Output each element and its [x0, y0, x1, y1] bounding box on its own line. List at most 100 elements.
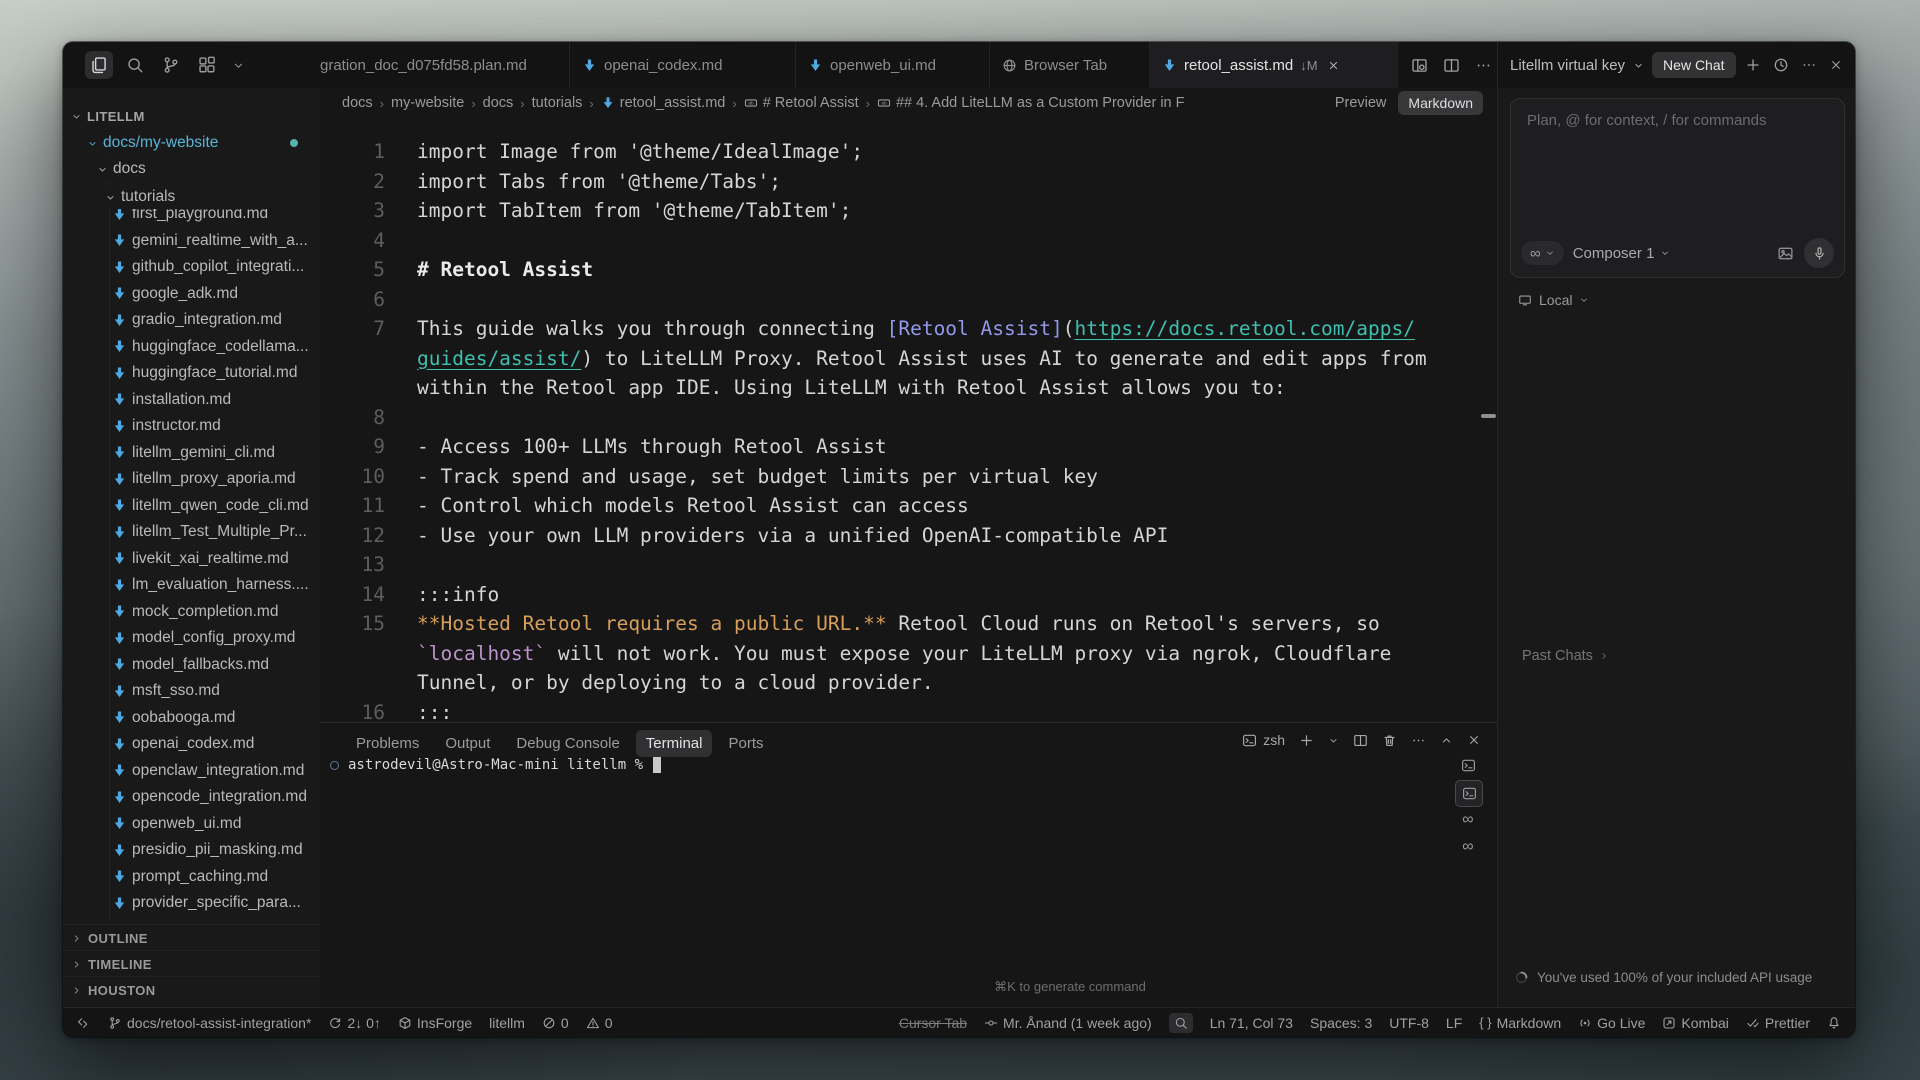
context-selector[interactable]: Local [1518, 292, 1589, 308]
new-chat-button[interactable]: New Chat [1652, 52, 1735, 78]
sidebar-item-openweb-ui-md[interactable]: openweb_ui.md [63, 812, 320, 836]
status-ln-71-col-73[interactable]: Ln 71, Col 73 [1210, 1015, 1293, 1031]
sidebar-item-oobabooga-md[interactable]: oobabooga.md [63, 706, 320, 730]
status-cursor-tab[interactable]: Cursor Tab [899, 1015, 967, 1031]
tab-openweb-ui-md[interactable]: openweb_ui.md [796, 42, 990, 88]
sidebar-item-gradio-integration-md[interactable]: gradio_integration.md [63, 308, 320, 332]
more-actions-button[interactable] [1801, 57, 1817, 73]
sidebar-folder-tutorials[interactable]: tutorials [63, 185, 320, 209]
sidebar-item-litellm-Test-Multiple-Pr-[interactable]: litellm_Test_Multiple_Pr... [63, 520, 320, 544]
sidebar-item-installation-md[interactable]: installation.md [63, 388, 320, 412]
sidebar-item-prompt-caching-md[interactable]: prompt_caching.md [63, 865, 320, 889]
more-button[interactable] [1475, 57, 1492, 74]
sidebar-item-msft-sso-md[interactable]: msft_sso.md [63, 679, 320, 703]
status-docs-retool-assist-integration-[interactable]: docs/retool-assist-integration* [108, 1015, 311, 1031]
agent-mode-pill[interactable]: ∞ [1521, 241, 1564, 265]
status-0[interactable]: 0 [542, 1015, 569, 1031]
tab-openai-codex-md[interactable]: openai_codex.md [570, 42, 796, 88]
close-panel-button[interactable] [1467, 733, 1481, 747]
status-kombai[interactable]: Kombai [1662, 1015, 1728, 1031]
strip-terminal-button[interactable] [1455, 753, 1481, 778]
status-prettier[interactable]: Prettier [1746, 1015, 1810, 1031]
terminal-prompt-line[interactable]: astrodevil@Astro-Mac-mini litellm % [330, 757, 661, 773]
sidebar-section-outline[interactable]: OUTLINE [63, 924, 320, 951]
sidebar-item-litellm-proxy-aporia-md[interactable]: litellm_proxy_aporia.md [63, 467, 320, 491]
open-preview-button[interactable] [1411, 57, 1428, 74]
status-bell[interactable] [1827, 1016, 1841, 1030]
activity-source-control-button[interactable] [157, 51, 185, 79]
sidebar-item-google-adk-md[interactable]: google_adk.md [63, 282, 320, 306]
editor-scrollbar-thumb[interactable] [1481, 414, 1496, 418]
status-litellm[interactable]: litellm [489, 1015, 525, 1031]
status-mr-nand-1-week-ago-[interactable]: Mr. Ånand (1 week ago) [984, 1015, 1152, 1031]
tab-gration-doc-d075fd58-plan-md[interactable]: gration_doc_d075fd58.plan.md [320, 42, 570, 88]
activity-extensions-button[interactable] [193, 51, 221, 79]
strip-infinity-button[interactable]: ∞ [1455, 807, 1481, 832]
sidebar-item-openai-codex-md[interactable]: openai_codex.md [63, 732, 320, 756]
status-2-0-[interactable]: 2↓ 0↑ [328, 1015, 380, 1031]
breadcrumb-item[interactable]: docs [483, 95, 514, 111]
status-0[interactable]: 0 [586, 1015, 613, 1031]
split-editor-button[interactable] [1443, 57, 1460, 74]
status-magnifier[interactable] [1169, 1013, 1193, 1033]
status-lf[interactable]: LF [1446, 1015, 1462, 1031]
panel-tab-output[interactable]: Output [435, 730, 500, 757]
sidebar-item-model-config-proxy-md[interactable]: model_config_proxy.md [63, 626, 320, 650]
sidebar-item-instructor-md[interactable]: instructor.md [63, 414, 320, 438]
breadcrumb-item[interactable]: my-website [391, 95, 464, 111]
strip-terminal-button[interactable] [1455, 780, 1483, 807]
sidebar-item-livekit-xai-realtime-md[interactable]: livekit_xai_realtime.md [63, 547, 320, 571]
sidebar-item-provider-specific-para-[interactable]: provider_specific_para... [63, 891, 320, 915]
sidebar-item-litellm-qwen-code-cli-md[interactable]: litellm_qwen_code_cli.md [63, 494, 320, 518]
status-markdown[interactable]: { }Markdown [1479, 1015, 1561, 1031]
sidebar-folder-docs[interactable]: docs [63, 157, 320, 181]
chat-input-box[interactable]: Plan, @ for context, / for commands ∞ Co… [1510, 98, 1845, 278]
sidebar-item-github-copilot-integrati-[interactable]: github_copilot_integrati... [63, 255, 320, 279]
sidebar-root-litellm[interactable]: LITELLM [63, 104, 320, 128]
markdown-mode-button[interactable]: Markdown [1398, 91, 1483, 115]
sidebar-item-lm-evaluation-harness-[interactable]: lm_evaluation_harness.... [63, 573, 320, 597]
split-terminal-button[interactable] [1353, 733, 1368, 748]
panel-tab-ports[interactable]: Ports [718, 730, 773, 757]
sidebar-item-huggingface-codellama-[interactable]: huggingface_codellama... [63, 335, 320, 359]
sidebar-item-gemini-realtime-with-a-[interactable]: gemini_realtime_with_a... [63, 229, 320, 253]
new-tab-button[interactable] [1745, 57, 1761, 73]
kill-terminal-button[interactable] [1382, 733, 1397, 748]
tab-retool-assist-md[interactable]: retool_assist.md↓M [1150, 42, 1398, 88]
tab-browser-tab[interactable]: Browser Tab [990, 42, 1150, 88]
breadcrumb-item[interactable]: retool_assist.md [601, 95, 726, 111]
maximize-panel-button[interactable] [1440, 734, 1453, 747]
breadcrumb-item[interactable]: docs [342, 95, 373, 111]
close-icon[interactable] [1327, 59, 1340, 72]
mic-button[interactable] [1804, 238, 1834, 268]
status-remote[interactable] [77, 1016, 91, 1030]
sidebar-item-opencode-integration-md[interactable]: opencode_integration.md [63, 785, 320, 809]
status-insforge[interactable]: InsForge [398, 1015, 472, 1031]
history-button[interactable] [1773, 57, 1789, 73]
panel-tab-terminal[interactable]: Terminal [636, 730, 713, 757]
sidebar-folder-docs-my-website[interactable]: docs/my-website [63, 131, 320, 155]
sidebar-item-openclaw-integration-md[interactable]: openclaw_integration.md [63, 759, 320, 783]
breadcrumb-item[interactable]: ab# Retool Assist [744, 95, 859, 111]
sidebar-item-presidio-pii-masking-md[interactable]: presidio_pii_masking.md [63, 838, 320, 862]
status-spaces-3[interactable]: Spaces: 3 [1310, 1015, 1372, 1031]
strip-infinity-button[interactable]: ∞ [1455, 834, 1481, 859]
sidebar-item-model-fallbacks-md[interactable]: model_fallbacks.md [63, 653, 320, 677]
status-go-live[interactable]: Go Live [1578, 1015, 1645, 1031]
activity-files-button[interactable] [85, 51, 113, 79]
breadcrumb-item[interactable]: tutorials [532, 95, 583, 111]
composer-selector[interactable]: Composer 1 [1573, 245, 1671, 262]
activity-search-button[interactable] [121, 51, 149, 79]
new-terminal-button[interactable] [1299, 733, 1314, 748]
code-editor[interactable]: 1import Image from '@theme/IdealImage';2… [320, 118, 1497, 722]
shell-selector[interactable]: zsh [1242, 732, 1285, 748]
chevron-down-icon[interactable] [1633, 60, 1644, 71]
close-panel-button[interactable] [1829, 58, 1843, 72]
terminal-dropdown-button[interactable] [1328, 735, 1339, 746]
activity-chevron-down-button[interactable] [229, 51, 247, 79]
image-icon[interactable] [1777, 245, 1794, 262]
status-utf-8[interactable]: UTF-8 [1389, 1015, 1429, 1031]
sidebar-section-houston[interactable]: HOUSTON [63, 976, 320, 1003]
preview-button[interactable]: Preview [1335, 95, 1387, 111]
sidebar-item-mock-completion-md[interactable]: mock_completion.md [63, 600, 320, 624]
